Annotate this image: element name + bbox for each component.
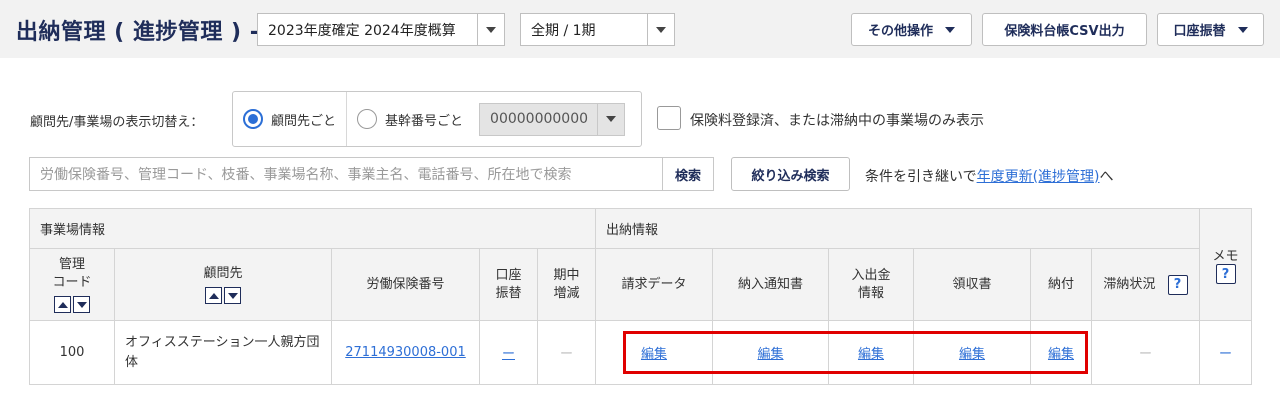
carry-conditions-text: 条件を引き継いで年度更新(進捗管理)へ — [865, 166, 1114, 186]
table-row: 100 オフィスステーション一人親方団体 27114930008-001 ー ー… — [29, 320, 1253, 385]
caret-down-icon — [1237, 26, 1248, 33]
radio-base-label: 基幹番号ごと — [385, 113, 464, 129]
registered-only-label: 保険料登録済、または滞納中の事業場のみ表示 — [690, 113, 984, 129]
col-change-line2: 増減 — [553, 285, 580, 301]
sort-desc-icon[interactable] — [73, 296, 90, 313]
account-transfer-label: 口座振替 — [1173, 24, 1226, 39]
chevron-down-icon — [647, 14, 674, 45]
fiscal-year-value: 2023年度確定 2024年度概算 — [268, 22, 456, 39]
invoice-edit-link[interactable]: 編集 — [641, 347, 667, 362]
col-client: 顧問先 — [114, 248, 332, 321]
col-delinquent-status: 滞納状況 ? — [1090, 248, 1201, 321]
cell-insurance-number: 27114930008-001 — [331, 320, 480, 385]
radio-unselected-icon — [357, 109, 378, 129]
refine-search-label: 絞り込み検索 — [751, 168, 830, 184]
cell-code: 100 — [29, 320, 115, 385]
cell-notice: 編集 — [712, 320, 829, 385]
payment-table: 事業場情報 出納情報 メモ ? 管理 コード 顧問先 労働保険番号 口座 振替 — [29, 208, 1253, 385]
group-payment-info: 出納情報 — [594, 208, 1201, 249]
sort-asc-icon[interactable] — [54, 296, 71, 313]
notice-edit-link[interactable]: 編集 — [757, 347, 783, 362]
carry-prefix: 条件を引き継いで — [865, 169, 977, 185]
search-button[interactable]: 検索 — [662, 157, 714, 191]
cell-delinquent: ー — [1090, 320, 1201, 385]
search-input[interactable]: 労働保険番号、管理コード、枝番、事業場名称、事業主名、電話番号、所在地で検索 — [29, 157, 663, 191]
memo-header: メモ ? — [1199, 208, 1253, 321]
cell-payment: 編集 — [1030, 320, 1092, 385]
fiscal-year-select[interactable]: 2023年度確定 2024年度概算 — [257, 13, 505, 46]
chevron-down-icon — [477, 14, 504, 45]
col-payment: 納付 — [1030, 248, 1092, 321]
period-select[interactable]: 全期 / 1期 — [520, 13, 675, 46]
refine-search-button[interactable]: 絞り込み検索 — [731, 157, 850, 191]
insurance-number-link[interactable]: 27114930008-001 — [345, 345, 466, 360]
receipt-edit-link[interactable]: 編集 — [959, 347, 985, 362]
col-period-change: 期中 増減 — [537, 248, 596, 321]
registered-only-checkbox[interactable] — [657, 106, 681, 130]
change-value: ー — [559, 347, 573, 362]
radio-client[interactable]: 顧問先ごと — [233, 92, 348, 146]
cell-inout: 編集 — [828, 320, 914, 385]
col-code-line2: コード — [52, 275, 92, 290]
csv-export-label: 保険料台帳CSV出力 — [1004, 24, 1125, 39]
col-change-line1: 期中 — [553, 267, 580, 283]
csv-export-button[interactable]: 保険料台帳CSV出力 — [982, 13, 1147, 46]
radio-base-number[interactable]: 基幹番号ごと — [347, 92, 473, 146]
radio-selected-icon — [243, 109, 263, 129]
col-transfer-line1: 口座 — [495, 267, 522, 283]
col-code-line1: 管理 — [58, 257, 85, 272]
col-payment-notice: 納入通知書 — [712, 248, 829, 321]
period-value: 全期 / 1期 — [531, 22, 596, 39]
inout-edit-link[interactable]: 編集 — [858, 347, 884, 362]
base-number-select: 00000000000 — [479, 102, 626, 136]
delinquent-value: ー — [1139, 347, 1153, 362]
cell-change: ー — [537, 320, 596, 385]
payment-edit-link[interactable]: 編集 — [1048, 347, 1074, 362]
col-invoice-data: 請求データ — [595, 248, 713, 321]
other-operations-label: その他操作 — [867, 24, 933, 39]
cell-client: オフィスステーション一人親方団体 — [114, 320, 332, 385]
account-transfer-button[interactable]: 口座振替 — [1157, 13, 1264, 46]
col-delinquent-label: 滞納状況 — [1103, 276, 1156, 292]
base-number-value: 00000000000 — [490, 111, 589, 127]
col-transfer-line2: 振替 — [495, 285, 522, 301]
col-cash-flow: 入出金 情報 — [828, 248, 914, 321]
page-title: 出納管理 ( 進捗管理 ) - — [16, 20, 260, 45]
sort-desc-icon[interactable] — [224, 287, 241, 304]
col-inout-line1: 入出金 — [851, 267, 891, 283]
help-icon[interactable]: ? — [1167, 274, 1188, 295]
transfer-link[interactable]: ー — [502, 347, 515, 362]
col-client-label: 顧問先 — [203, 266, 243, 281]
display-toggle-label: 顧問先/事業場の表示切替え： — [30, 115, 204, 130]
help-icon[interactable]: ? — [1215, 264, 1236, 284]
memo-label: メモ — [1212, 249, 1239, 264]
carry-suffix: へ — [1099, 169, 1114, 185]
col-insurance-number: 労働保険番号 — [331, 248, 480, 321]
other-operations-button[interactable]: その他操作 — [851, 13, 972, 46]
annual-update-link[interactable]: 年度更新(進捗管理) — [977, 169, 1100, 185]
col-inout-line2: 情報 — [857, 285, 884, 301]
radio-client-label: 顧問先ごと — [271, 113, 337, 129]
cell-invoice: 編集 — [595, 320, 713, 385]
col-management-code: 管理 コード — [29, 248, 115, 321]
group-business-info: 事業場情報 — [29, 208, 596, 249]
sort-asc-icon[interactable] — [205, 287, 222, 304]
col-account-transfer: 口座 振替 — [479, 248, 538, 321]
col-receipt: 領収書 — [913, 248, 1031, 321]
display-toggle-group: 顧問先ごと 基幹番号ごと 00000000000 — [232, 91, 642, 147]
memo-link[interactable]: ー — [1219, 347, 1232, 362]
chevron-down-icon — [597, 103, 624, 135]
cell-memo: ー — [1199, 320, 1253, 385]
cell-receipt: 編集 — [913, 320, 1031, 385]
cell-transfer: ー — [479, 320, 538, 385]
caret-down-icon — [945, 26, 955, 33]
